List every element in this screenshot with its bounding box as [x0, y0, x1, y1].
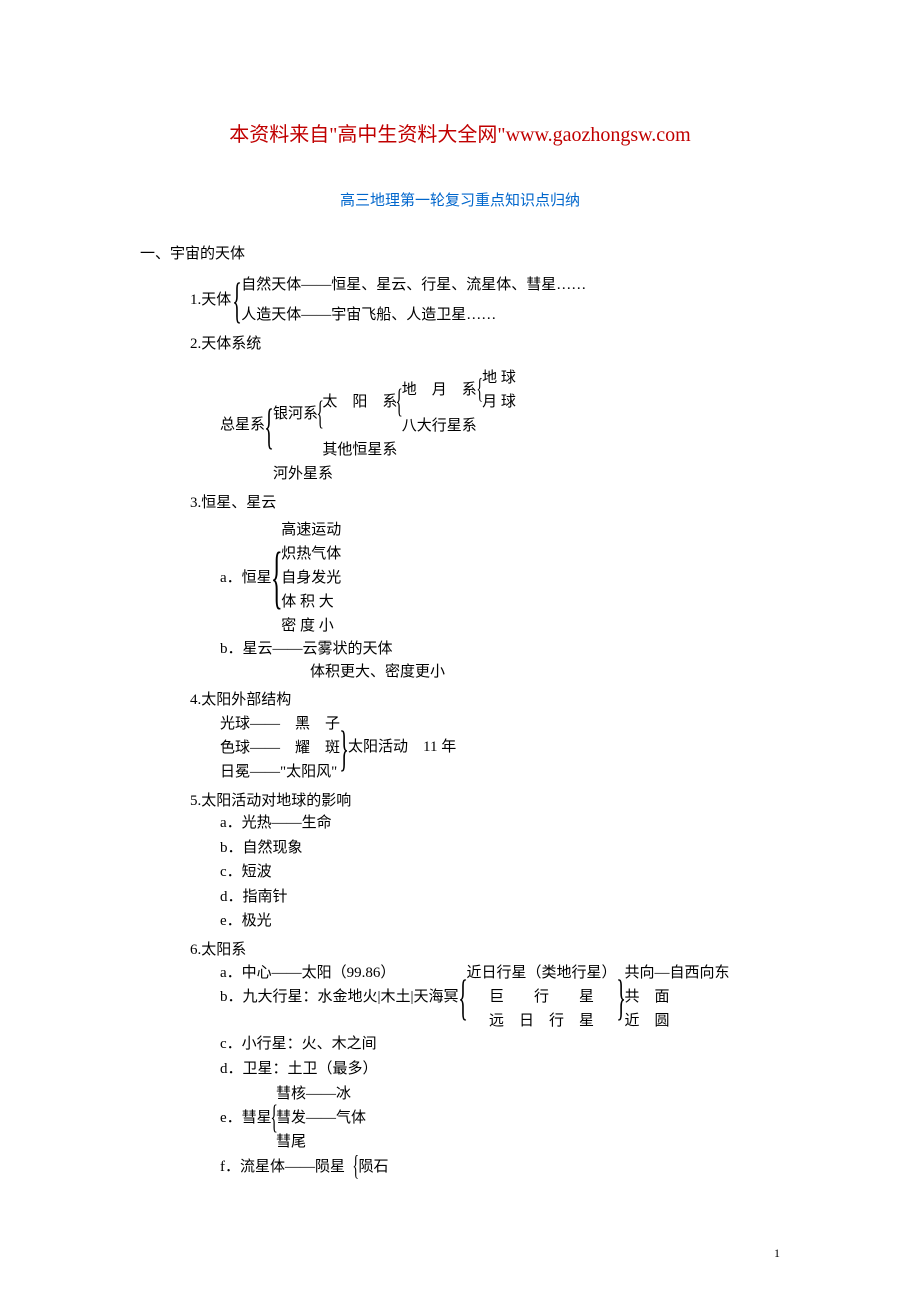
planet-type-3: 远 日 行 星 [467, 1009, 617, 1033]
item-5e: e．极光 [220, 910, 780, 933]
item-3: 3.恒星、星云 a．恒星 { 高速运动 炽热气体 自身发光 体 积 大 密 度 … [190, 492, 780, 684]
star-prop-5: 密 度 小 [281, 614, 341, 638]
item-5a: a．光热——生命 [220, 812, 780, 835]
item-1-options: 自然天体——恒星、星云、行星、流星体、彗星…… 人造天体——宇宙飞船、人造卫星…… [241, 273, 586, 327]
item-6e-label: e．彗星 [220, 1107, 272, 1130]
item-3-label: 3.恒星、星云 [190, 492, 780, 515]
item-4: 4.太阳外部结构 光球—— 黑 子 色球—— 耀 斑 日冕——"太阳风" } 太… [190, 689, 780, 784]
orbit-prop-2: 共 面 [625, 985, 730, 1009]
item-6: 6.太阳系 a．中心——太阳（99.86） b．九大行星：水金地火|木土|天海冥… [190, 939, 780, 1179]
item-6-label: 6.太阳系 [190, 939, 780, 962]
meteorite: 陨石 [358, 1156, 388, 1179]
star-prop-1: 高速运动 [281, 518, 341, 542]
diyuexi: 地 月 系 [402, 378, 477, 402]
document-subtitle: 高三地理第一轮复习重点知识点归纳 [140, 190, 780, 213]
item-6b: b．九大行星：水金地火|木土|天海冥 [220, 985, 459, 1009]
qitahengxing: 其他恒星系 [322, 438, 516, 462]
star-prop-2: 炽热气体 [281, 542, 341, 566]
item-3b-sub: 体积更大、密度更小 [310, 661, 780, 684]
sun-layer-3: 日冕——"太阳风" [220, 760, 340, 784]
star-prop-4: 体 积 大 [281, 590, 341, 614]
sun-layer-2: 色球—— 耀 斑 [220, 736, 340, 760]
header-prefix: 本资料来自"高中生资料大全网" [229, 124, 505, 146]
item-5c: c．短波 [220, 861, 780, 884]
planet-type-2: 巨 行 星 [467, 985, 617, 1009]
zongxingxi: 总星系 [220, 414, 265, 437]
taiyangxi: 太 阳 系 [322, 390, 397, 414]
yinhexi: 银河系 [273, 402, 318, 426]
diqiu: 地 球 [482, 366, 516, 390]
item-5d: d．指南针 [220, 886, 780, 909]
item-2: 2.天体系统 总星系 { 银河系 { 太 阳 系 { 地 月 系 { [190, 333, 780, 486]
item-5: 5.太阳活动对地球的影响 a．光热——生命 b．自然现象 c．短波 d．指南针 … [190, 790, 780, 933]
header-url: www.gaozhongsw.com [506, 124, 691, 146]
hewaixingxi: 河外星系 [273, 462, 516, 486]
item-1: 1.天体 { 自然天体——恒星、星云、行星、流星体、彗星…… 人造天体——宇宙飞… [190, 273, 780, 327]
source-header: 本资料来自"高中生资料大全网"www.gaozhongsw.com [140, 120, 780, 150]
item-5b: b．自然现象 [220, 837, 780, 860]
solar-activity: 太阳活动 11 年 [348, 736, 456, 759]
item-6d: d．卫星：土卫（最多） [220, 1058, 780, 1081]
item-6a: a．中心——太阳（99.86） [220, 961, 459, 985]
orbit-prop-3: 近 圆 [625, 1009, 730, 1033]
item-5-label: 5.太阳活动对地球的影响 [190, 790, 780, 813]
planet-type-1: 近日行星（类地行星） [467, 961, 617, 985]
item-1-label: 1.天体 [190, 289, 231, 312]
artificial-body: 人造天体——宇宙飞船、人造卫星…… [241, 303, 586, 327]
star-prop-3: 自身发光 [281, 566, 341, 590]
item-6f: f．流星体——陨星 [220, 1156, 345, 1179]
badaxingxi: 八大行星系 [402, 414, 516, 438]
item-3a-label: a．恒星 [220, 567, 272, 590]
section-1-title: 一、宇宙的天体 [140, 243, 780, 266]
natural-body: 自然天体——恒星、星云、行星、流星体、彗星…… [241, 273, 586, 297]
comet-part-2: 彗发——气体 [276, 1106, 366, 1130]
sun-layer-1: 光球—— 黑 子 [220, 712, 340, 736]
yueqiu: 月 球 [482, 390, 516, 414]
page-number: 1 [774, 1244, 780, 1262]
comet-part-1: 彗核——冰 [276, 1082, 366, 1106]
item-4-label: 4.太阳外部结构 [190, 689, 780, 712]
orbit-prop-1: 共向—自西向东 [625, 961, 730, 985]
item-3b: b．星云——云雾状的天体 [220, 638, 780, 661]
item-6c: c．小行星：火、木之间 [220, 1033, 780, 1056]
item-2-label: 2.天体系统 [190, 333, 780, 356]
